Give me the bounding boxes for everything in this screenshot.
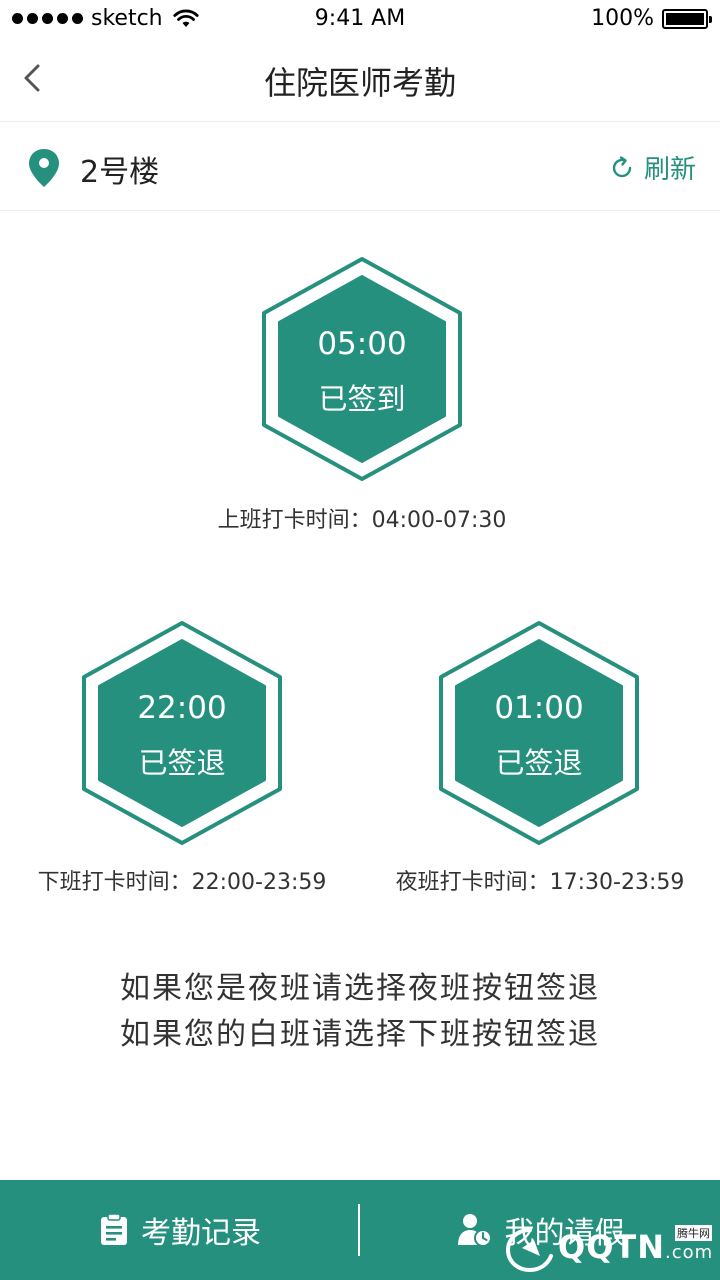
instruction-notes: 如果您是夜班请选择夜班按钮签退 如果您的白班请选择下班按钮签退	[0, 966, 720, 1058]
location-bar: 2号楼 刷新	[0, 123, 720, 211]
checkin-hex-button[interactable]: 05:00 已签到	[260, 256, 464, 482]
checkout-window: 下班打卡时间：22:00-23:59	[37, 870, 327, 895]
refresh-label: 刷新	[643, 155, 696, 185]
building-name: 2号楼	[80, 155, 160, 190]
checkin-window: 上班打卡时间：04:00-07:30	[217, 508, 507, 533]
watermark-brand: QQTN	[558, 1228, 666, 1266]
refresh-button[interactable]: 刷新	[608, 149, 696, 186]
night-checkout-hex-button[interactable]: 01:00 已签退	[437, 620, 641, 846]
night-checkout-status: 已签退	[495, 746, 583, 780]
hexagon-shape	[439, 621, 639, 845]
note-line-night: 如果您是夜班请选择夜班按钮签退	[120, 971, 600, 1006]
status-right: 100%	[591, 6, 712, 31]
page-title: 住院医师考勤	[263, 64, 456, 102]
watermark-logo: QQTN.com 腾牛网	[504, 1224, 714, 1276]
checkout-status: 已签退	[138, 746, 226, 780]
checkin-status: 已签到	[318, 382, 406, 416]
night-checkout-window: 夜班打卡时间：17:30-23:59	[395, 870, 685, 895]
watermark-domain: .com	[665, 1242, 714, 1263]
map-pin-icon	[29, 149, 59, 187]
logo-swirl-icon	[505, 1228, 553, 1273]
tab-records-label: 考勤记录	[141, 1216, 261, 1251]
watermark-small: 腾牛网	[675, 1225, 712, 1241]
nav-bar: 住院医师考勤	[0, 40, 720, 122]
hexagon-shape	[262, 257, 462, 481]
hexagon-shape	[82, 621, 282, 845]
checkout-hex-button[interactable]: 22:00 已签退	[80, 620, 284, 846]
user-clock-icon	[457, 1214, 492, 1247]
clipboard-icon	[101, 1213, 127, 1245]
status-bar: sketch 9:41 AM 100%	[0, 0, 720, 40]
tab-attendance-records[interactable]: 考勤记录	[0, 1180, 360, 1280]
tab-divider	[358, 1204, 360, 1256]
checkout-time: 22:00	[137, 690, 227, 726]
battery-percent: 100%	[591, 6, 654, 31]
night-checkout-time: 01:00	[494, 690, 584, 726]
note-line-day: 如果您的白班请选择下班按钮签退	[120, 1017, 600, 1052]
checkin-time: 05:00	[317, 326, 407, 362]
refresh-icon	[612, 155, 632, 177]
battery-icon	[662, 8, 712, 29]
